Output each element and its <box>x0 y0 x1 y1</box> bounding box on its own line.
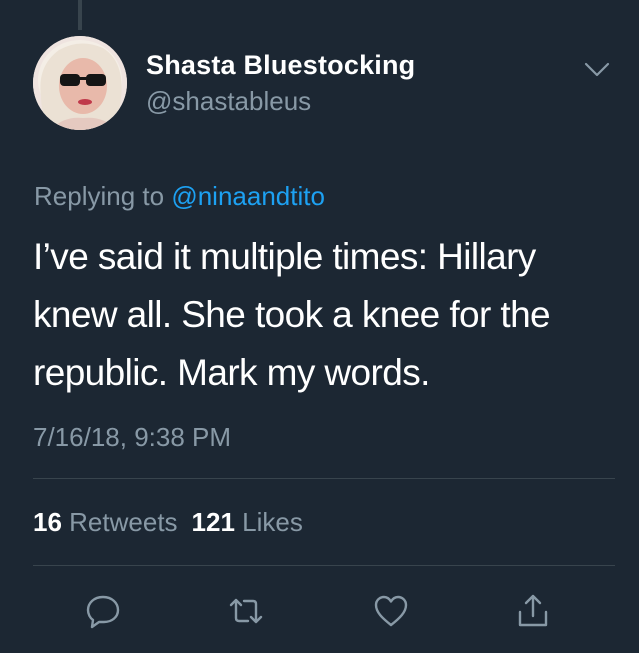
author-display-name[interactable]: Shasta Bluestocking <box>146 50 415 81</box>
replying-to-line: Replying to @ninaandtito <box>34 181 325 212</box>
tweet-text-line: republic. Mark my words. <box>33 352 430 393</box>
replying-to-mention-link[interactable]: @ninaandtito <box>171 181 325 211</box>
divider <box>33 565 615 566</box>
retweets-stat[interactable]: 16 Retweets <box>33 507 178 537</box>
retweet-button[interactable] <box>227 592 265 630</box>
share-button[interactable] <box>514 592 552 630</box>
likes-count: 121 <box>191 507 235 537</box>
tweet-detail: Shasta Bluestocking @shastableus Replyin… <box>0 0 639 653</box>
thread-connector-line <box>78 0 82 30</box>
avatar-image <box>33 36 127 130</box>
likes-stat[interactable]: 121 Likes <box>192 507 303 537</box>
reply-button[interactable] <box>84 592 122 630</box>
tweet-text-line: I’ve said it multiple times: Hillary <box>33 236 536 277</box>
like-button[interactable] <box>372 592 410 630</box>
retweets-label: Retweets <box>69 507 178 537</box>
engagement-stats: 16 Retweets 121 Likes <box>33 507 303 538</box>
avatar[interactable] <box>33 36 127 130</box>
author-handle[interactable]: @shastableus <box>146 86 311 117</box>
tweet-text-line: knew all. She took a knee for the <box>33 294 551 335</box>
tweet-timestamp: 7/16/18, 9:38 PM <box>33 422 232 452</box>
more-options-chevron-icon[interactable] <box>582 56 612 82</box>
share-icon <box>518 594 548 627</box>
divider <box>33 478 615 479</box>
like-heart-icon <box>374 595 408 627</box>
likes-label: Likes <box>242 507 303 537</box>
reply-icon <box>86 595 120 629</box>
retweets-count: 16 <box>33 507 62 537</box>
retweet-icon <box>229 598 263 624</box>
replying-to-label: Replying to <box>34 181 165 211</box>
tweet-text: I’ve said it multiple times: Hillary kne… <box>33 228 613 402</box>
